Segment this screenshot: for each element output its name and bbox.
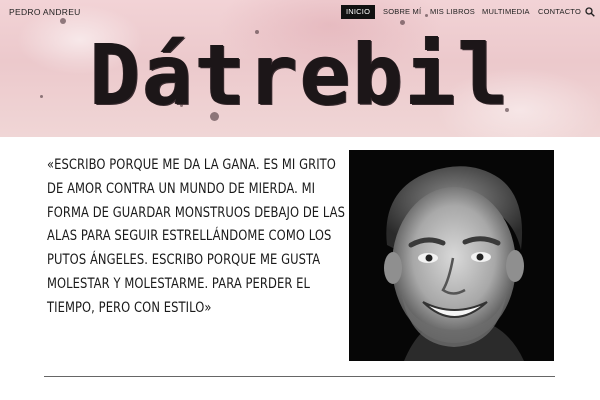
- content-divider: [44, 376, 555, 377]
- top-navigation: PEDRO ANDREU INICIO SOBRE MÍ MIS LIBROS …: [0, 0, 600, 24]
- site-logo-title: Dátrebil: [89, 26, 511, 124]
- search-icon[interactable]: [585, 7, 595, 17]
- nav-item-sobre-mi[interactable]: SOBRE MÍ: [383, 5, 421, 19]
- nav-item-contacto[interactable]: CONTACTO: [538, 5, 581, 19]
- author-portrait: [349, 150, 554, 361]
- nav-item-mis-libros[interactable]: MIS LIBROS: [430, 5, 475, 19]
- portrait-illustration: [349, 150, 554, 361]
- hero-banner: PEDRO ANDREU INICIO SOBRE MÍ MIS LIBROS …: [0, 0, 600, 137]
- site-name-link[interactable]: PEDRO ANDREU: [9, 7, 81, 17]
- nav-item-inicio[interactable]: INICIO: [341, 5, 376, 19]
- author-quote: «ESCRIBO PORQUE ME DA LA GANA. ES MI GRI…: [47, 156, 346, 316]
- nav-item-multimedia[interactable]: MULTIMEDIA: [482, 5, 530, 19]
